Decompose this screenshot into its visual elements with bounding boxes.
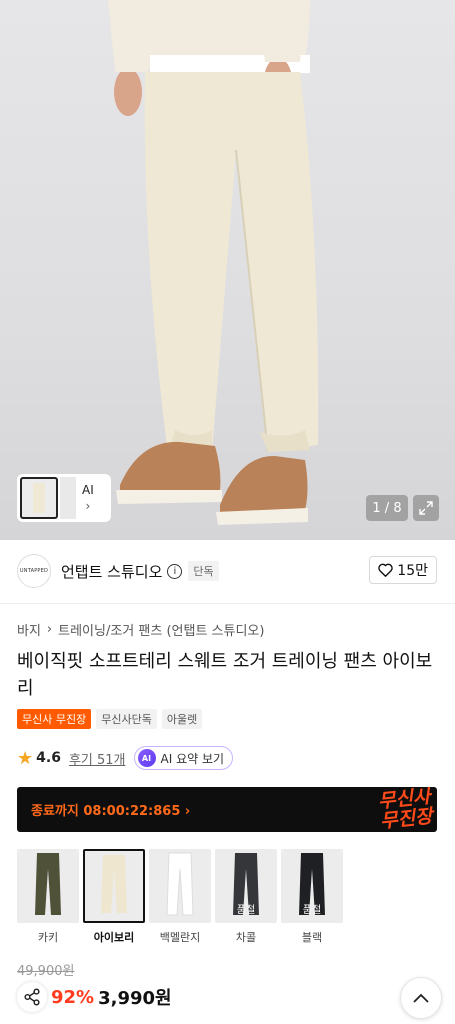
ai-thumbnail-link[interactable]: AI › <box>82 483 94 513</box>
chevron-up-icon <box>413 993 429 1003</box>
ai-badge-icon: AI <box>137 749 156 767</box>
star-icon: ★ <box>17 747 34 769</box>
sold-out-label: 품절 <box>236 905 256 916</box>
swatch-image: 품절 <box>281 849 343 923</box>
color-option-white-melange[interactable]: 백멜란지 <box>149 849 211 945</box>
color-option-ivory[interactable]: 아이보리 <box>83 849 145 945</box>
final-price: 3,990원 <box>98 988 172 1009</box>
color-option-khaki[interactable]: 카키 <box>17 849 79 945</box>
brand-exclusive-tag: 단독 <box>188 561 219 581</box>
option-label: 아이보리 <box>93 931 135 944</box>
info-icon[interactable]: i <box>167 563 183 579</box>
swatch-image <box>83 849 145 923</box>
price-row: 92% 3,990원 <box>17 982 172 1012</box>
divider <box>0 603 455 604</box>
option-label: 블랙 <box>301 931 323 944</box>
rating-row: ★ 4.6 후기 51개 AI AI 요약 보기 <box>17 745 234 771</box>
breadcrumb-category[interactable]: 바지 <box>17 620 41 639</box>
brand-row: UNTAPPED 언탭트 스튜디오 i 단독 15만 <box>0 545 455 597</box>
review-link[interactable]: 후기 51개 <box>69 749 126 768</box>
option-label: 카키 <box>37 931 59 944</box>
mujinjang-logo: 무신사 무진장 <box>376 787 434 832</box>
swatch-image: 품절 <box>215 849 277 923</box>
share-icon <box>24 988 40 1006</box>
color-option-charcoal[interactable]: 품절 차콜 <box>215 849 277 945</box>
heart-icon <box>378 563 394 577</box>
chevron-right-icon: › <box>46 622 53 637</box>
ai-label: AI <box>82 483 94 497</box>
like-count: 15만 <box>397 563 428 579</box>
product-image-carousel[interactable]: AI › 1 / 8 <box>0 0 455 540</box>
chevron-right-icon: › <box>85 499 91 513</box>
option-label: 차콜 <box>235 931 257 944</box>
expand-icon <box>419 501 433 515</box>
rating-value: 4.6 <box>36 750 61 766</box>
thumbnail-selected[interactable] <box>20 477 58 519</box>
countdown-banner[interactable]: 종료까지 08:00:22:865 › 무신사 무진장 <box>17 787 437 832</box>
original-price: 49,900원 <box>17 964 75 979</box>
ai-summary-label: AI 요약 보기 <box>160 751 225 766</box>
color-option-black[interactable]: 품절 블랙 <box>281 849 343 945</box>
product-title: 베이직핏 소프트테리 스웨트 조거 트레이닝 팬츠 아이보리 <box>17 651 433 699</box>
tag-outlet: 아울렛 <box>161 709 203 729</box>
logo-line2: 무진장 <box>378 805 434 832</box>
brand-name[interactable]: 언탭트 스튜디오 <box>61 561 162 582</box>
color-options: 카키 아이보리 백멜란지 품절 차콜 품절 블랙 <box>17 849 343 945</box>
sold-out-label: 품절 <box>302 905 322 916</box>
thumbnail-next[interactable] <box>60 477 76 519</box>
discount-rate: 92% <box>51 986 95 1008</box>
ai-summary-button[interactable]: AI AI 요약 보기 <box>133 746 234 770</box>
brand-logo[interactable]: UNTAPPED <box>17 554 51 588</box>
tag-mujinjang: 무신사 무진장 <box>17 709 92 729</box>
countdown-text: 종료까지 08:00:22:865 › <box>31 804 191 819</box>
share-button[interactable] <box>17 982 47 1012</box>
product-tags: 무신사 무진장 무신사단독 아울렛 <box>17 709 203 729</box>
swatch-image <box>149 849 211 923</box>
scroll-top-button[interactable] <box>400 977 442 1019</box>
ai-thumbnail-strip[interactable]: AI › <box>17 474 111 522</box>
expand-button[interactable] <box>413 495 439 521</box>
option-label: 백멜란지 <box>159 931 201 944</box>
image-counter: 1 / 8 <box>366 495 408 521</box>
swatch-image <box>17 849 79 923</box>
breadcrumb: 바지 › 트레이닝/조거 팬츠 (언탭트 스튜디오) <box>17 620 264 639</box>
breadcrumb-subcategory[interactable]: 트레이닝/조거 팬츠 (언탭트 스튜디오) <box>58 620 264 639</box>
like-button[interactable]: 15만 <box>369 556 437 584</box>
tag-exclusive: 무신사단독 <box>96 709 157 729</box>
product-photo <box>108 0 319 525</box>
